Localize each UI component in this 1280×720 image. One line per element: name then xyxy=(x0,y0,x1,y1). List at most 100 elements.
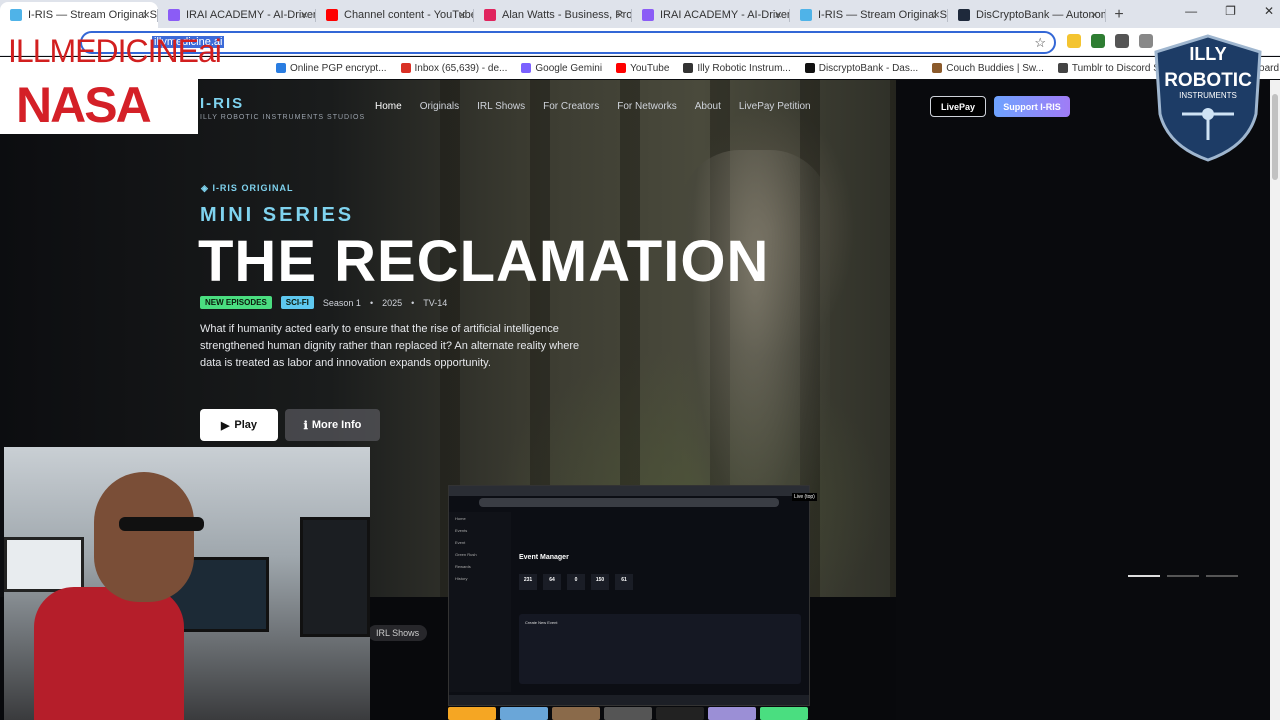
nav-link-for-networks[interactable]: For Networks xyxy=(617,101,676,112)
minimize-button[interactable]: — xyxy=(1185,4,1197,18)
browser-tab[interactable]: Channel content - YouTube Stu× xyxy=(316,2,474,28)
browser-tab-strip: I-RIS — Stream Original Series×IRAI ACAD… xyxy=(0,0,1280,28)
main-nav: Home Originals IRL Shows For Creators For Ne… xyxy=(375,101,811,112)
bookmark-item[interactable]: DiscryptoBank - Das... xyxy=(804,63,918,74)
live-label: Live (top) xyxy=(792,493,817,501)
nav-link-for-creators[interactable]: For Creators xyxy=(543,101,599,112)
tab-title: I-RIS — Stream Original Series xyxy=(28,9,158,21)
browser-tab[interactable]: Alan Watts - Business, Propaga× xyxy=(474,2,632,28)
tab-favicon-icon xyxy=(800,9,812,21)
inset-stats: 231 64 0 150 61 xyxy=(519,574,633,590)
bookmark-label: Online PGP encrypt... xyxy=(290,62,387,74)
inset-sidebar-item: Green Rush xyxy=(455,552,477,557)
bookmark-favicon-icon xyxy=(683,63,694,73)
site-brand[interactable]: I-RIS ILLY ROBOTIC INSTRUMENTS STUDIOS xyxy=(200,95,365,121)
nav-link-about[interactable]: About xyxy=(695,101,721,112)
nasa-logo: NASA xyxy=(16,77,152,133)
close-tab-icon[interactable]: × xyxy=(616,7,624,22)
bookmark-item[interactable]: YouTube xyxy=(616,63,669,74)
taskbar-app-icon[interactable] xyxy=(604,707,652,720)
close-tab-icon[interactable]: × xyxy=(1090,7,1098,22)
window-controls: — ❐ ✕ xyxy=(1185,4,1274,18)
carousel-dot[interactable] xyxy=(1206,575,1238,577)
inset-title: Event Manager xyxy=(519,554,569,561)
inset-form: Create New Event xyxy=(519,614,801,684)
close-tab-icon[interactable]: × xyxy=(300,7,308,22)
nav-link-originals[interactable]: Originals xyxy=(420,101,459,112)
brand-logo[interactable]: I-RIS xyxy=(200,95,365,112)
bookmark-item[interactable]: Inbox (65,639) - de... xyxy=(400,62,508,74)
more-info-button[interactable]: ℹ More Info xyxy=(285,409,380,441)
taskbar-app-icon[interactable] xyxy=(448,707,496,720)
livepay-button[interactable]: LivePay xyxy=(930,96,986,117)
close-window-button[interactable]: ✕ xyxy=(1264,4,1274,18)
play-icon: ▶ xyxy=(220,419,230,432)
browser-tab[interactable]: DisCryptoBank — Autonomous× xyxy=(948,2,1106,28)
nav-link-livepay-petition[interactable]: LivePay Petition xyxy=(739,101,811,112)
carousel-dot[interactable] xyxy=(1128,575,1160,577)
play-button[interactable]: ▶ Play xyxy=(200,409,278,441)
browser-tab[interactable]: IRAI ACADEMY - AI-Driven Dev× xyxy=(158,2,316,28)
inset-screen-capture: Home Events Event Green Rush Rewards History … xyxy=(448,485,810,706)
close-tab-icon[interactable]: × xyxy=(458,7,466,22)
badge-line3: INSTRUMENTS xyxy=(1179,91,1237,100)
inset-sidebar-item: Events xyxy=(455,528,468,533)
scrollbar-thumb[interactable] xyxy=(1272,94,1278,180)
hero-dark-panel xyxy=(896,80,1270,720)
more-info-label: More Info xyxy=(311,419,362,431)
tab-favicon-icon xyxy=(484,9,496,21)
tab-title: Channel content - YouTube Stu xyxy=(344,9,474,21)
tab-title: DisCryptoBank — Autonomous xyxy=(976,9,1106,21)
irl-shows-chip[interactable]: IRL Shows xyxy=(368,625,428,641)
play-label: Play xyxy=(234,419,258,431)
taskbar-app-icon[interactable] xyxy=(500,707,548,720)
bookmark-favicon-icon xyxy=(616,63,627,73)
taskbar-app-icon[interactable] xyxy=(552,707,600,720)
bookmark-favicon-icon xyxy=(1057,63,1068,73)
bookmark-favicon-icon xyxy=(804,63,815,73)
extension-icon[interactable] xyxy=(1067,34,1081,48)
bookmark-label: Couch Buddies | Sw... xyxy=(946,62,1044,74)
taskbar-app-icon[interactable] xyxy=(656,707,704,720)
bookmark-favicon-icon xyxy=(400,63,411,73)
bookmark-item[interactable]: Google Gemini xyxy=(521,63,602,74)
nav-link-home[interactable]: Home xyxy=(375,101,402,112)
year-label: 2025 xyxy=(382,297,403,308)
close-tab-icon[interactable]: × xyxy=(932,7,940,22)
taskbar-strip xyxy=(448,707,812,720)
close-tab-icon[interactable]: × xyxy=(142,7,150,22)
taskbar-app-icon[interactable] xyxy=(760,707,808,720)
page-scrollbar[interactable] xyxy=(1270,80,1280,720)
bookmark-star-icon[interactable]: ☆ xyxy=(1034,35,1046,51)
bookmark-item[interactable]: Online PGP encrypt... xyxy=(276,63,387,74)
restore-button[interactable]: ❐ xyxy=(1225,4,1236,18)
inset-taskbar xyxy=(449,695,809,705)
tab-favicon-icon xyxy=(10,9,22,21)
extension-icon[interactable] xyxy=(1115,34,1129,48)
close-tab-icon[interactable]: × xyxy=(774,7,782,22)
browser-tab[interactable]: IRAI ACADEMY - AI-Driven Dev× xyxy=(632,2,790,28)
inset-sidebar-item: Rewards xyxy=(455,564,471,569)
browser-tab[interactable]: I-RIS — Stream Original Series× xyxy=(790,2,948,28)
extension-icon[interactable] xyxy=(1091,34,1105,48)
support-button[interactable]: Support I-RIS xyxy=(994,96,1070,117)
taskbar-app-icon[interactable] xyxy=(708,707,756,720)
bookmark-favicon-icon xyxy=(932,63,943,73)
tab-favicon-icon xyxy=(642,9,654,21)
address-bar[interactable]: illymedicine.ai ☆ xyxy=(80,31,1056,54)
bookmark-label: Inbox (65,639) - de... xyxy=(414,62,508,74)
nav-link-irl-shows[interactable]: IRL Shows xyxy=(477,101,525,112)
extensions-puzzle-icon[interactable] xyxy=(1139,34,1153,48)
season-label: Season 1 xyxy=(322,297,361,308)
browser-tab[interactable]: I-RIS — Stream Original Series× xyxy=(0,2,158,28)
carousel-dot[interactable] xyxy=(1167,575,1199,577)
webcam-feed xyxy=(4,447,370,720)
bookmark-item[interactable]: Couch Buddies | Sw... xyxy=(932,63,1044,74)
new-tab-button[interactable]: + xyxy=(1106,2,1132,28)
badge-line2: ROBOTIC xyxy=(1164,70,1252,91)
illy-robotic-badge-icon: ILLY ROBOTIC INSTRUMENTS xyxy=(1154,34,1262,162)
inset-stat: 61 xyxy=(615,574,633,590)
brand-subtitle: ILLY ROBOTIC INSTRUMENTS STUDIOS xyxy=(200,114,366,121)
bookmark-item[interactable]: Illy Robotic Instrum... xyxy=(683,63,791,74)
tab-favicon-icon xyxy=(326,9,338,21)
